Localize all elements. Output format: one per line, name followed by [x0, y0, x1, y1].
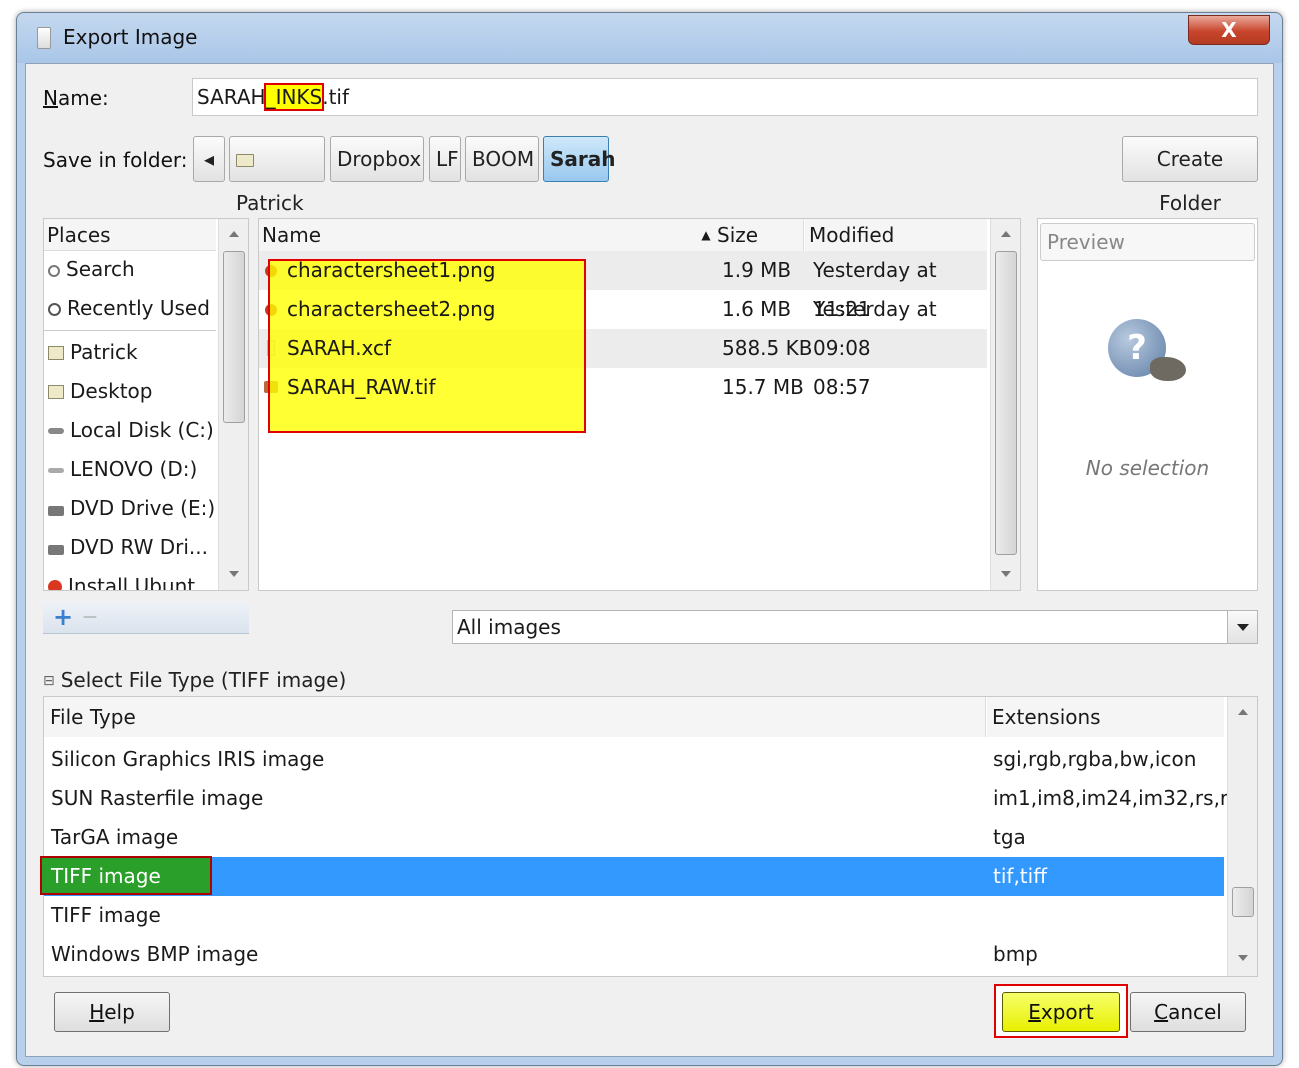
column-header-modified[interactable]: Modified	[805, 219, 987, 251]
path-back-button[interactable]: ◂	[193, 136, 225, 182]
file-size: 588.5 KB	[722, 336, 813, 360]
places-header[interactable]: Places	[44, 219, 216, 251]
folder-icon	[236, 154, 254, 167]
name-prefix: SARAH	[197, 85, 266, 109]
drive-icon	[48, 468, 64, 473]
create-folder-button[interactable]: Create Folder	[1122, 136, 1258, 215]
optical-drive-icon	[48, 545, 64, 555]
gimp-mascot-icon	[1150, 357, 1186, 381]
file-modified: 08:57	[813, 375, 871, 399]
name-suffix: .tif	[322, 85, 350, 109]
file-type-toggle-label: Select File Type (TIFF image)	[60, 668, 347, 692]
file-filter-value: All images	[457, 615, 561, 639]
scroll-down-arrow[interactable]	[229, 571, 239, 577]
file-type-row[interactable]: Silicon Graphics IRIS image sgi,rgb,rgba,…	[44, 740, 1224, 779]
places-item-patrick[interactable]: Patrick	[48, 334, 138, 370]
add-bookmark-button[interactable]: +	[53, 602, 73, 632]
path-button-lf[interactable]: LF	[429, 136, 461, 182]
file-type-scroll-thumb[interactable]	[1232, 887, 1254, 917]
name-label: Name:	[43, 86, 109, 110]
column-header-extensions[interactable]: Extensions	[987, 697, 1224, 737]
folder-icon	[48, 385, 64, 399]
places-item-recently-used[interactable]: Recently Used	[48, 290, 210, 326]
remove-bookmark-button[interactable]: —	[83, 602, 97, 632]
file-size: 1.9 MB	[722, 258, 792, 282]
app-icon	[37, 27, 51, 49]
clock-icon	[48, 303, 61, 316]
places-item-dvd-drive[interactable]: DVD Drive (E:)	[48, 490, 215, 526]
file-type-row-selected[interactable]: TIFF image tif,tiff	[40, 856, 1224, 896]
file-filter-select[interactable]: All images	[452, 610, 1258, 644]
dropdown-button[interactable]	[1227, 611, 1257, 643]
file-type-list: File Type Extensions Silicon Graphics IR…	[40, 696, 1258, 977]
places-scrollbar[interactable]	[218, 219, 248, 590]
save-in-folder-label: Save in folder:	[43, 148, 188, 172]
folder-icon	[48, 346, 64, 360]
close-button[interactable]: X	[1188, 15, 1270, 45]
file-size: 1.6 MB	[722, 297, 792, 321]
export-image-dialog: Export Image X Name: SARAH_INKS.tif Save…	[16, 12, 1283, 1066]
file-modified: 09:08	[813, 336, 871, 360]
scroll-up-arrow[interactable]	[1238, 709, 1248, 715]
places-toolbar: + —	[43, 602, 249, 634]
search-icon	[48, 265, 60, 277]
column-header-name[interactable]: Name	[259, 219, 712, 251]
collapse-icon: ⊟	[43, 673, 55, 689]
name-input[interactable]: SARAH_INKS.tif	[192, 78, 1258, 116]
scroll-down-arrow[interactable]	[1001, 571, 1011, 577]
path-button-dropbox[interactable]: Dropbox	[330, 136, 424, 182]
places-item-desktop[interactable]: Desktop	[48, 373, 152, 409]
column-header-size[interactable]: Size	[714, 219, 804, 251]
places-item-install-ubuntu[interactable]: Install Ubunt...	[48, 568, 214, 590]
places-item-search[interactable]: Search	[48, 251, 135, 287]
file-type-row[interactable]: TarGA image tga	[44, 818, 1224, 857]
file-type-scrollbar[interactable]	[1227, 697, 1257, 976]
column-header-file-type[interactable]: File Type	[44, 697, 986, 737]
path-button-sarah[interactable]: Sarah	[543, 136, 616, 182]
places-divider	[44, 330, 216, 331]
file-size: 15.7 MB	[722, 375, 804, 399]
scroll-down-arrow[interactable]	[1238, 955, 1248, 961]
ubuntu-icon	[48, 580, 62, 590]
window-title: Export Image	[63, 25, 198, 49]
help-button[interactable]: Help	[54, 992, 170, 1032]
file-type-row[interactable]: SUN Rasterfile image im1,im8,im24,im32,rs…	[44, 779, 1251, 818]
file-list-pane: Name ▲ Size Modified charactersheet1.png…	[258, 218, 1021, 591]
file-list-scroll-thumb[interactable]	[995, 251, 1017, 555]
places-item-lenovo[interactable]: LENOVO (D:)	[48, 451, 197, 487]
cancel-button[interactable]: Cancel	[1130, 992, 1246, 1032]
dialog-body: Name: SARAH_INKS.tif Save in folder: ◂ P…	[25, 63, 1274, 1057]
file-type-row[interactable]: Windows BMP image bmp	[44, 935, 1224, 974]
chevron-down-icon	[1237, 624, 1249, 631]
name-highlight: _INKS	[263, 83, 325, 111]
preview-pane: Preview ? No selection	[1037, 218, 1258, 591]
optical-drive-icon	[48, 506, 64, 516]
path-button-patrick[interactable]: Patrick	[229, 136, 325, 215]
drive-icon	[48, 428, 64, 434]
file-type-row[interactable]: TIFF image	[44, 896, 1224, 935]
file-list-scrollbar[interactable]	[990, 219, 1020, 590]
highlighted-file-names: charactersheet1.png charactersheet2.png …	[287, 258, 496, 399]
places-item-dvd-rw-drive[interactable]: DVD RW Dri...	[48, 529, 208, 565]
scroll-up-arrow[interactable]	[1001, 231, 1011, 237]
places-item-local-disk[interactable]: Local Disk (C:)	[48, 412, 214, 448]
preview-toggle[interactable]: Preview	[1040, 223, 1255, 261]
file-type-expander[interactable]: ⊟ Select File Type (TIFF image)	[43, 668, 346, 692]
places-scroll-thumb[interactable]	[223, 251, 245, 423]
sort-ascending-icon: ▲	[696, 219, 716, 251]
path-button-boom[interactable]: BOOM	[465, 136, 539, 182]
preview-empty-text: No selection	[1085, 456, 1210, 480]
export-button[interactable]: Export	[1002, 992, 1120, 1032]
title-bar[interactable]: Export Image X	[17, 13, 1282, 63]
scroll-up-arrow[interactable]	[229, 231, 239, 237]
places-pane: Places Search Recently Used Patrick Desk…	[43, 218, 249, 591]
